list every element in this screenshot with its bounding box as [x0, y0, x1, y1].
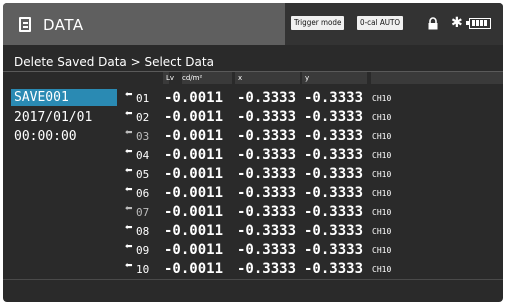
y-value: -0.3333 [304, 261, 364, 277]
data-table: Lv cd/m² x y ⬅ 01 -0.0011 -0.3333 -0.3333 CH1… [119, 71, 503, 279]
lv-value: -0.0011 [164, 109, 224, 125]
table-row[interactable]: ⬅ 01 -0.0011 -0.3333 -0.3333 CH10 [119, 88, 503, 107]
row-index: 02 [136, 111, 150, 124]
arrow-left-icon: ⬅ [125, 185, 133, 195]
x-value: -0.3333 [237, 223, 297, 239]
x-value: -0.3333 [237, 90, 297, 106]
zero-cal-badge: 0-cal AUTO [357, 16, 404, 30]
x-value: -0.3333 [237, 166, 297, 182]
arrow-left-icon: ⬅ [125, 147, 133, 157]
row-index: 09 [136, 244, 150, 257]
device-screen: DATA Trigger mode 0-cal AUTO ✱ Delete Sa… [3, 3, 503, 302]
y-value: -0.3333 [304, 90, 364, 106]
lv-value: -0.0011 [164, 223, 224, 239]
lv-value: -0.0011 [164, 147, 224, 163]
row-index: 03 [136, 130, 150, 143]
x-value: -0.3333 [237, 204, 297, 220]
arrow-left-icon: ⬅ [125, 242, 133, 252]
row-index: 10 [136, 263, 150, 276]
x-value: -0.3333 [237, 185, 297, 201]
table-row[interactable]: ⬅ 10 -0.0011 -0.3333 -0.3333 CH10 [119, 259, 503, 278]
lv-value: -0.0011 [164, 166, 224, 182]
save-time: 00:00:00 [14, 129, 77, 144]
channel-label: CH10 [372, 208, 392, 217]
table-row[interactable]: ⬅ 04 -0.0011 -0.3333 -0.3333 CH10 [119, 145, 503, 164]
lv-value: -0.0011 [164, 90, 224, 106]
arrow-left-icon: ⬅ [125, 109, 133, 119]
y-value: -0.3333 [304, 223, 364, 239]
y-value: -0.3333 [304, 204, 364, 220]
column-header-lv: Lv [163, 72, 174, 84]
arrow-left-icon: ⬅ [125, 128, 133, 138]
y-value: -0.3333 [304, 128, 364, 144]
column-header-blank [371, 72, 503, 84]
row-index: 04 [136, 149, 150, 162]
lv-value: -0.0011 [164, 128, 224, 144]
trigger-mode-badge: Trigger mode [291, 16, 345, 30]
channel-label: CH10 [372, 170, 392, 179]
arrow-left-icon: ⬅ [125, 166, 133, 176]
battery-icon [466, 18, 491, 29]
x-value: -0.3333 [237, 242, 297, 258]
arrow-left-icon: ⬅ [125, 204, 133, 214]
screen-title: DATA [43, 16, 84, 34]
y-value: -0.3333 [304, 242, 364, 258]
table-row[interactable]: ⬅ 02 -0.0011 -0.3333 -0.3333 CH10 [119, 107, 503, 126]
column-header-y: y [302, 72, 367, 84]
x-value: -0.3333 [237, 109, 297, 125]
breadcrumb: Delete Saved Data > Select Data [14, 55, 214, 69]
table-row[interactable]: ⬅ 08 -0.0011 -0.3333 -0.3333 CH10 [119, 221, 503, 240]
table-row[interactable]: ⬅ 03 -0.0011 -0.3333 -0.3333 CH10 [119, 126, 503, 145]
save-date: 2017/01/01 [14, 110, 93, 125]
row-index: 01 [136, 92, 150, 105]
channel-label: CH10 [372, 132, 392, 141]
header-bar: DATA Trigger mode 0-cal AUTO ✱ [3, 3, 503, 45]
x-value: -0.3333 [237, 147, 297, 163]
lv-value: -0.0011 [164, 261, 224, 277]
table-row[interactable]: ⬅ 06 -0.0011 -0.3333 -0.3333 CH10 [119, 183, 503, 202]
y-value: -0.3333 [304, 147, 364, 163]
bluetooth-icon: ✱ [451, 15, 463, 31]
channel-label: CH10 [372, 151, 392, 160]
footer-divider [3, 279, 503, 280]
row-index: 08 [136, 225, 150, 238]
arrow-left-icon: ⬅ [125, 261, 133, 271]
y-value: -0.3333 [304, 109, 364, 125]
x-value: -0.3333 [237, 261, 297, 277]
channel-label: CH10 [372, 94, 392, 103]
table-row[interactable]: ⬅ 07 -0.0011 -0.3333 -0.3333 CH10 [119, 202, 503, 221]
channel-label: CH10 [372, 227, 392, 236]
y-value: -0.3333 [304, 166, 364, 182]
status-indicators: Trigger mode 0-cal AUTO ✱ [285, 3, 503, 45]
column-header-unit: cd/m² [182, 72, 232, 84]
channel-label: CH10 [372, 189, 392, 198]
table-row[interactable]: ⬅ 05 -0.0011 -0.3333 -0.3333 CH10 [119, 164, 503, 183]
arrow-left-icon: ⬅ [125, 90, 133, 100]
save-name: SAVE001 [14, 90, 69, 105]
lv-value: -0.0011 [164, 185, 224, 201]
document-icon [19, 17, 31, 32]
row-index: 07 [136, 206, 150, 219]
lock-icon [428, 17, 438, 30]
lv-value: -0.0011 [164, 204, 224, 220]
lv-value: -0.0011 [164, 242, 224, 258]
y-value: -0.3333 [304, 185, 364, 201]
x-value: -0.3333 [237, 128, 297, 144]
table-row[interactable]: ⬅ 09 -0.0011 -0.3333 -0.3333 CH10 [119, 240, 503, 259]
channel-label: CH10 [372, 265, 392, 274]
arrow-left-icon: ⬅ [125, 223, 133, 233]
channel-label: CH10 [372, 113, 392, 122]
column-header-x: x [235, 72, 300, 84]
row-index: 05 [136, 168, 150, 181]
channel-label: CH10 [372, 246, 392, 255]
row-index: 06 [136, 187, 150, 200]
